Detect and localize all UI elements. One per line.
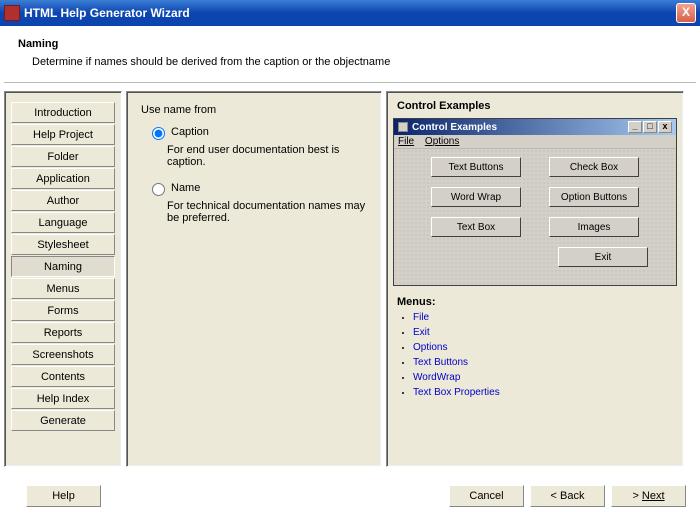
sidebar-item-naming[interactable]: Naming bbox=[11, 256, 115, 277]
options-panel: Use name from Caption For end user docum… bbox=[126, 91, 382, 467]
help-button[interactable]: Help bbox=[26, 485, 101, 507]
example-minimize-icon[interactable]: _ bbox=[628, 121, 642, 133]
sidebar-item-reports[interactable]: Reports bbox=[11, 322, 115, 343]
main-content: Introduction Help Project Folder Applica… bbox=[0, 83, 700, 471]
options-heading: Use name from bbox=[141, 104, 373, 116]
sidebar-item-author[interactable]: Author bbox=[11, 190, 115, 211]
sidebar-item-language[interactable]: Language bbox=[11, 212, 115, 233]
caption-description: For end user documentation best is capti… bbox=[167, 144, 369, 168]
example-menu-options[interactable]: Options bbox=[425, 136, 459, 147]
page-description: Determine if names should be derived fro… bbox=[32, 56, 682, 68]
titlebar: HTML Help Generator Wizard X bbox=[0, 0, 700, 26]
menus-link-text-box-properties[interactable]: Text Box Properties bbox=[413, 387, 677, 398]
menus-heading: Menus: bbox=[397, 296, 677, 308]
example-btn-text-box[interactable]: Text Box bbox=[431, 217, 521, 237]
example-btn-text-buttons[interactable]: Text Buttons bbox=[431, 157, 521, 177]
window-title: HTML Help Generator Wizard bbox=[24, 6, 676, 20]
sidebar-item-stylesheet[interactable]: Stylesheet bbox=[11, 234, 115, 255]
sidebar-item-contents[interactable]: Contents bbox=[11, 366, 115, 387]
example-btn-images[interactable]: Images bbox=[549, 217, 639, 237]
example-window: Control Examples _ □ x File Options Text… bbox=[393, 118, 677, 286]
example-maximize-icon[interactable]: □ bbox=[643, 121, 657, 133]
menus-list: File Exit Options Text Buttons WordWrap … bbox=[393, 312, 677, 398]
radio-caption[interactable] bbox=[152, 127, 165, 140]
sidebar-item-application[interactable]: Application bbox=[11, 168, 115, 189]
example-btn-option-buttons[interactable]: Option Buttons bbox=[549, 187, 639, 207]
example-menu-file[interactable]: File bbox=[398, 136, 414, 147]
example-btn-word-wrap[interactable]: Word Wrap bbox=[431, 187, 521, 207]
example-window-title: Control Examples bbox=[412, 122, 497, 133]
radio-name[interactable] bbox=[152, 183, 165, 196]
example-heading: Control Examples bbox=[397, 100, 677, 112]
close-button[interactable]: X bbox=[676, 3, 696, 23]
sidebar-item-menus[interactable]: Menus bbox=[11, 278, 115, 299]
sidebar-item-introduction[interactable]: Introduction bbox=[11, 102, 115, 123]
menus-link-wordwrap[interactable]: WordWrap bbox=[413, 372, 677, 383]
example-panel: Control Examples Control Examples _ □ x … bbox=[386, 91, 684, 467]
example-btn-check-box[interactable]: Check Box bbox=[549, 157, 639, 177]
menus-link-exit[interactable]: Exit bbox=[413, 327, 677, 338]
menus-link-file[interactable]: File bbox=[413, 312, 677, 323]
sidebar-item-screenshots[interactable]: Screenshots bbox=[11, 344, 115, 365]
sidebar-item-help-index[interactable]: Help Index bbox=[11, 388, 115, 409]
wizard-footer: Help Cancel < Back > Next bbox=[0, 481, 700, 513]
app-icon bbox=[4, 5, 20, 21]
cancel-button[interactable]: Cancel bbox=[449, 485, 524, 507]
example-window-menu: File Options bbox=[394, 135, 676, 149]
next-button[interactable]: > Next bbox=[611, 485, 686, 507]
name-description: For technical documentation names may be… bbox=[167, 200, 369, 224]
page-title: Naming bbox=[18, 38, 682, 50]
example-window-icon bbox=[398, 122, 408, 132]
sidebar-item-generate[interactable]: Generate bbox=[11, 410, 115, 431]
example-window-body: Text Buttons Check Box Word Wrap Option … bbox=[394, 149, 676, 285]
page-header: Naming Determine if names should be deri… bbox=[4, 30, 696, 83]
sidebar-item-forms[interactable]: Forms bbox=[11, 300, 115, 321]
example-close-icon[interactable]: x bbox=[658, 121, 672, 133]
example-btn-exit[interactable]: Exit bbox=[558, 247, 648, 267]
radio-name-label: Name bbox=[171, 182, 200, 194]
example-window-titlebar: Control Examples _ □ x bbox=[394, 119, 676, 135]
radio-caption-label: Caption bbox=[171, 126, 209, 138]
menus-link-text-buttons[interactable]: Text Buttons bbox=[413, 357, 677, 368]
back-button[interactable]: < Back bbox=[530, 485, 605, 507]
menus-link-options[interactable]: Options bbox=[413, 342, 677, 353]
wizard-sidebar: Introduction Help Project Folder Applica… bbox=[4, 91, 122, 467]
sidebar-item-help-project[interactable]: Help Project bbox=[11, 124, 115, 145]
sidebar-item-folder[interactable]: Folder bbox=[11, 146, 115, 167]
